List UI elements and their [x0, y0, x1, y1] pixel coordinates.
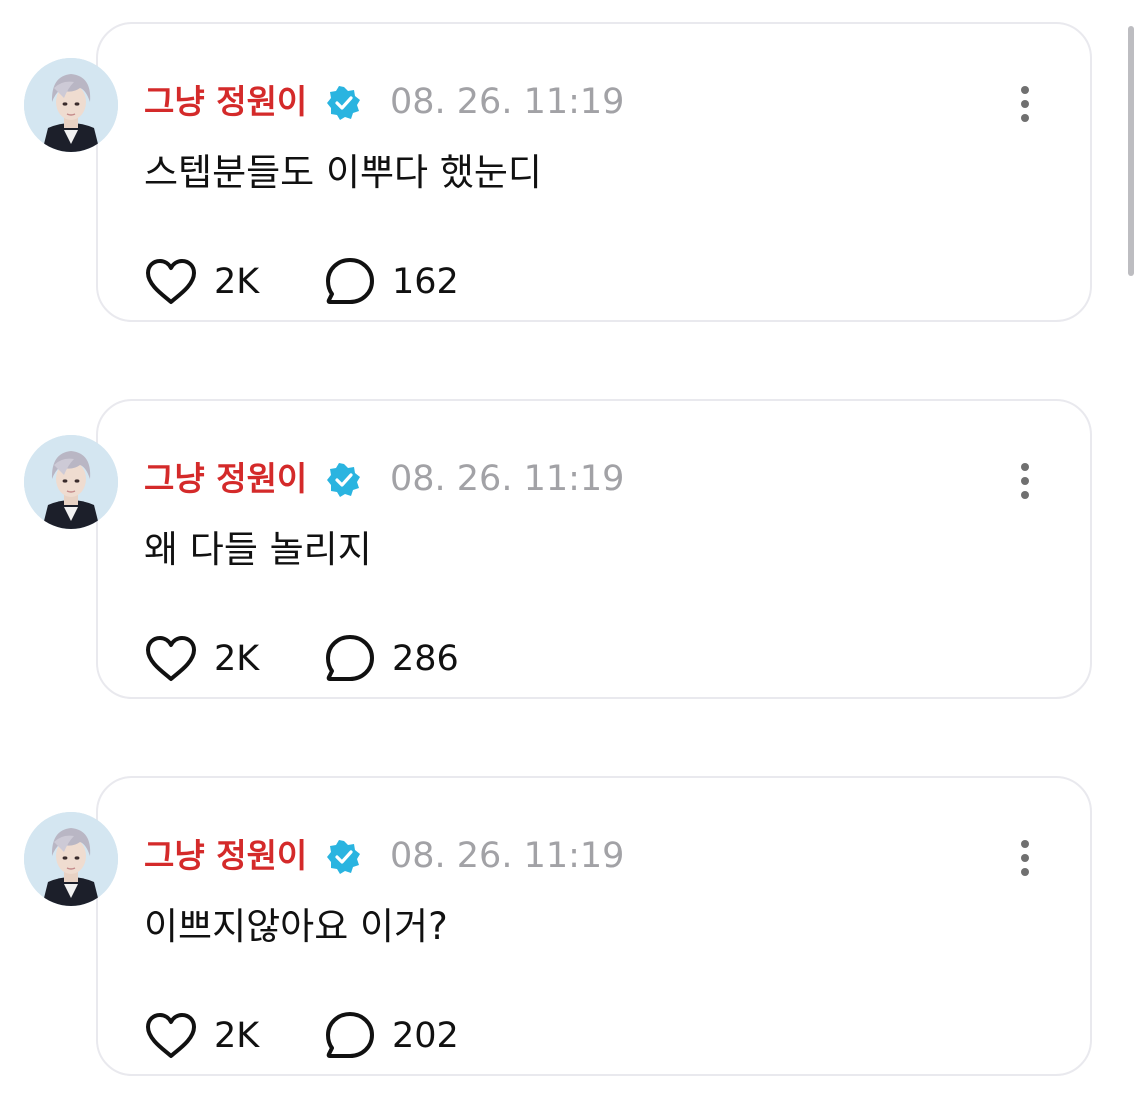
avatar[interactable] — [24, 435, 118, 529]
post-text: 이쁘지않아요 이거? — [144, 905, 448, 948]
like-button[interactable]: 2K — [144, 1008, 259, 1064]
more-vertical-icon — [1021, 840, 1029, 876]
more-vertical-icon — [1021, 86, 1029, 122]
post-text: 스텝분들도 이뿌다 했눈디 — [144, 151, 542, 194]
post-text: 왜 다들 놀리지 — [144, 528, 372, 571]
comment-bubble-icon — [326, 1012, 374, 1058]
avatar[interactable] — [24, 58, 118, 152]
heart-icon — [146, 259, 196, 304]
reply-button[interactable]: 202 — [324, 1008, 459, 1064]
reply-count: 286 — [392, 639, 459, 679]
post-card: 그냥 정원이 08. 26. 11:19 이쁘지않아요 이거? 2K 202 — [0, 776, 1145, 1086]
more-vertical-icon — [1021, 463, 1029, 499]
verified-badge-icon — [327, 463, 360, 497]
feed: 그냥 정원이 08. 26. 11:19 스텝분들도 이뿌다 했눈디 2K 16… — [0, 0, 1145, 1098]
more-options-button[interactable] — [1004, 457, 1046, 505]
heart-icon — [146, 636, 196, 681]
post-card: 그냥 정원이 08. 26. 11:19 왜 다들 놀리지 2K 286 — [0, 399, 1145, 709]
verified-badge-icon — [327, 840, 360, 874]
comment-bubble-icon — [326, 258, 374, 304]
reply-button[interactable]: 162 — [324, 254, 459, 310]
like-button[interactable]: 2K — [144, 631, 259, 687]
more-options-button[interactable] — [1004, 834, 1046, 882]
verified-badge-icon — [327, 86, 360, 120]
reply-count: 202 — [392, 1016, 459, 1056]
post-timestamp: 08. 26. 11:19 — [390, 836, 625, 876]
heart-icon — [146, 1013, 196, 1058]
author-name[interactable]: 그냥 정원이 — [144, 78, 307, 126]
comment-bubble-icon — [326, 635, 374, 681]
like-count: 2K — [214, 262, 260, 302]
author-name[interactable]: 그냥 정원이 — [144, 455, 307, 503]
author-name[interactable]: 그냥 정원이 — [144, 832, 307, 880]
like-button[interactable]: 2K — [144, 254, 259, 310]
post-card: 그냥 정원이 08. 26. 11:19 스텝분들도 이뿌다 했눈디 2K 16… — [0, 22, 1145, 332]
post-timestamp: 08. 26. 11:19 — [390, 82, 625, 122]
more-options-button[interactable] — [1004, 80, 1046, 128]
like-count: 2K — [214, 1016, 260, 1056]
reply-button[interactable]: 286 — [324, 631, 459, 687]
like-count: 2K — [214, 639, 260, 679]
reply-count: 162 — [392, 262, 459, 302]
scrollbar[interactable] — [1128, 26, 1134, 276]
post-timestamp: 08. 26. 11:19 — [390, 459, 625, 499]
avatar[interactable] — [24, 812, 118, 906]
